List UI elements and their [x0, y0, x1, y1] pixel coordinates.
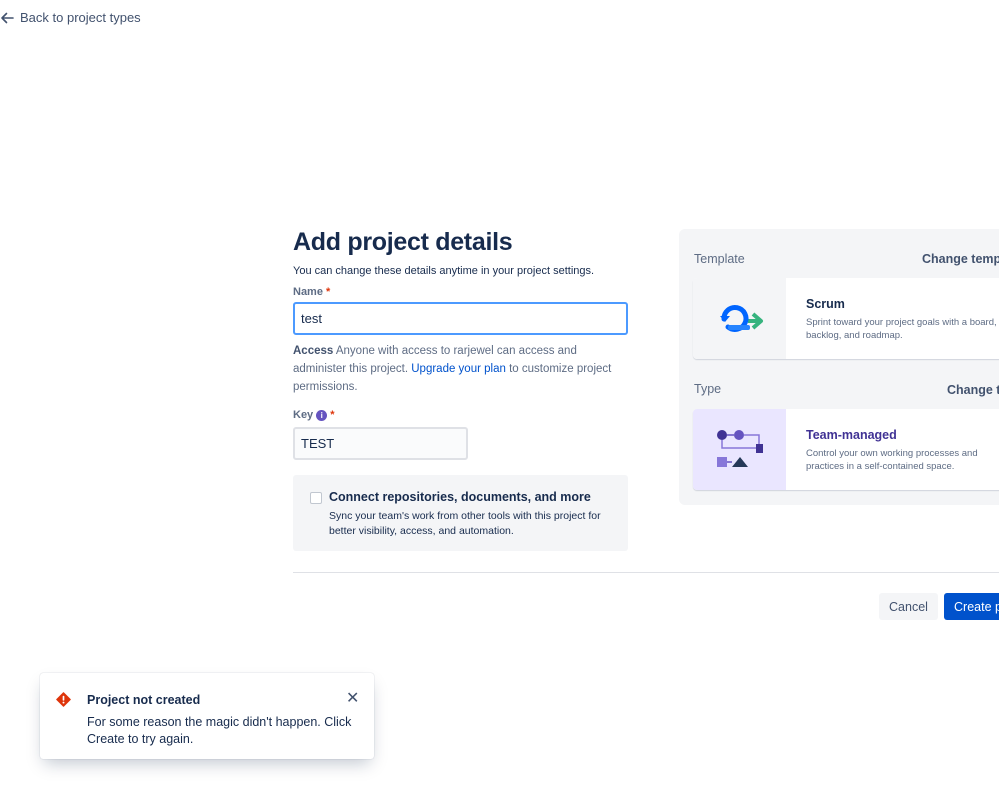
connect-tools-title: Connect repositories, documents, and mor…: [329, 490, 591, 504]
team-managed-workflow-icon: [716, 429, 763, 467]
access-label: Access: [293, 345, 334, 357]
template-card-scrum[interactable]: Scrum Sprint toward your project goals w…: [693, 278, 999, 359]
template-desc-line-1: Sprint toward your project goals with a …: [806, 317, 997, 328]
connect-tools-checkbox[interactable]: [310, 492, 322, 504]
name-input-value: test: [301, 311, 322, 326]
template-card-title: Scrum: [806, 297, 845, 311]
name-field-label: Name *: [293, 286, 330, 298]
change-template-link[interactable]: Change template: [922, 252, 999, 266]
error-flag: Project not created ✕ For some reason th…: [40, 673, 374, 759]
template-desc-line-2: backlog, and roadmap.: [806, 330, 903, 341]
type-card-title: Team-managed: [806, 428, 897, 442]
error-flag-title: Project not created: [87, 693, 201, 707]
create-project-button[interactable]: Create project: [944, 593, 999, 620]
type-section-label: Type: [694, 382, 722, 396]
required-asterisk: *: [330, 409, 335, 421]
error-icon: [56, 692, 71, 707]
key-input[interactable]: TEST: [293, 427, 468, 460]
close-icon[interactable]: ✕: [346, 691, 359, 707]
team-managed-icon-area: [693, 409, 786, 490]
required-asterisk: *: [325, 286, 331, 298]
project-summary-panel: Template Change template Scrum Sprint to…: [679, 229, 999, 505]
back-link-label: Back to project types: [20, 10, 141, 25]
key-input-value: TEST: [301, 436, 335, 451]
scrum-cycle-icon: [719, 304, 763, 332]
connect-tools-description: Sync your team's work from other tools w…: [329, 510, 601, 537]
type-desc-line-1: Control your own working processes and: [806, 448, 978, 459]
type-card-description: Control your own working processes and p…: [806, 447, 999, 473]
connect-tools-box: Connect repositories, documents, and mor…: [293, 475, 628, 551]
type-card-team-managed[interactable]: Team-managed Control your own working pr…: [693, 409, 999, 490]
template-card-description: Sprint toward your project goals with a …: [806, 316, 999, 342]
arrow-left-icon: [1, 12, 14, 23]
scrum-icon-area: [693, 278, 786, 359]
info-icon[interactable]: i: [316, 409, 328, 421]
page-subtitle: You can change these details anytime in …: [293, 265, 595, 277]
name-input[interactable]: test: [293, 302, 628, 335]
change-type-link[interactable]: Change type: [947, 383, 999, 397]
create-project-page: Back to project types Add project detail…: [0, 0, 999, 789]
key-field-label: Key i *: [293, 409, 334, 421]
template-section-label: Template: [694, 252, 745, 266]
cancel-button[interactable]: Cancel: [879, 593, 938, 620]
name-label-text: Name: [293, 286, 323, 298]
upgrade-plan-link[interactable]: Upgrade your plan: [411, 363, 506, 375]
project-details-form: Add project details You can change these…: [293, 228, 628, 551]
footer-divider: [293, 572, 999, 573]
key-label-text: Key: [293, 409, 314, 421]
access-description: Access Anyone with access to rarjewel ca…: [293, 342, 628, 396]
error-flag-message: For some reason the magic didn't happen.…: [87, 715, 352, 746]
type-desc-line-2: practices in a self-contained space.: [806, 461, 955, 472]
back-to-project-types-link[interactable]: Back to project types: [0, 10, 141, 25]
page-title: Add project details: [293, 228, 513, 256]
